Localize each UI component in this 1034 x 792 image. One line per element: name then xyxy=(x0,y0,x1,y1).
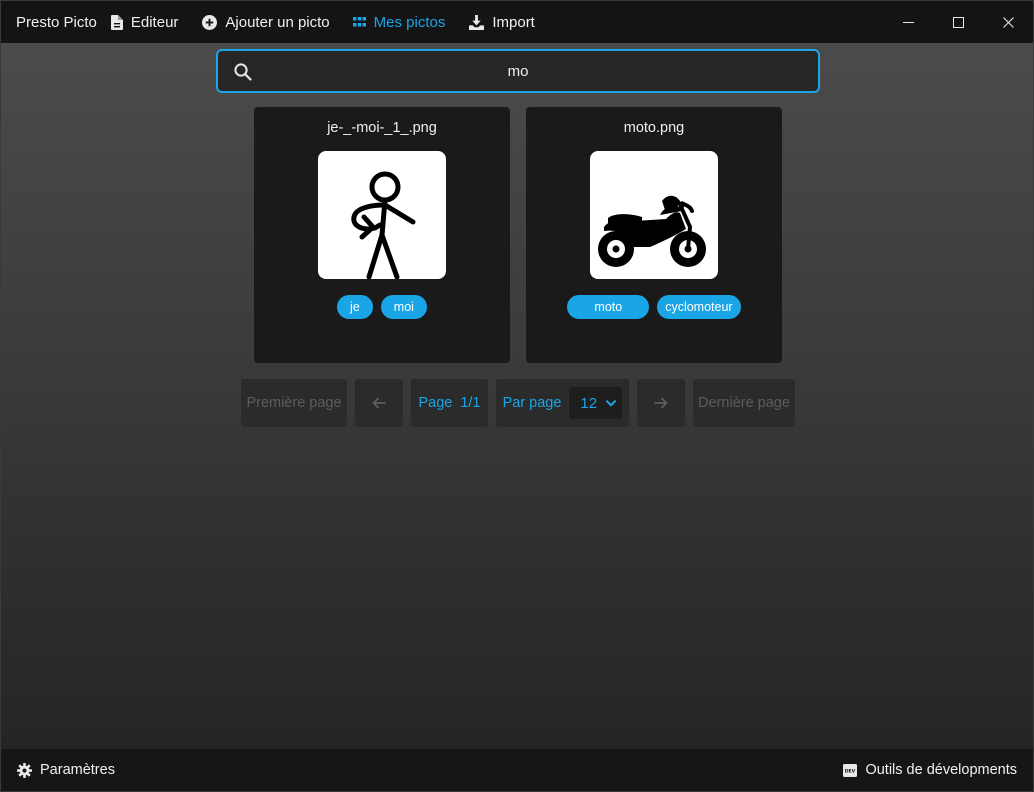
nav-import[interactable]: Import xyxy=(469,14,535,31)
nav-editor[interactable]: Editeur xyxy=(110,13,179,31)
per-page-select[interactable]: 12 xyxy=(569,387,623,419)
page-indicator: Page 1/1 xyxy=(411,379,488,427)
per-page-label: Par page xyxy=(502,395,562,411)
picto-image-moto[interactable] xyxy=(590,151,718,279)
per-page-control: Par page 12 xyxy=(496,379,629,427)
nav-import-label: Import xyxy=(492,13,535,31)
last-page-label: Dernière page xyxy=(698,395,790,411)
stick-figure-icon xyxy=(351,171,416,279)
settings-button[interactable]: Paramètres xyxy=(17,762,115,778)
nav-add-label: Ajouter un picto xyxy=(225,13,330,31)
devtools-label: Outils de dévelopments xyxy=(865,762,1017,778)
page-value: 1/1 xyxy=(460,395,481,411)
download-icon xyxy=(469,14,485,30)
first-page-label: Première page xyxy=(246,395,342,411)
footer-bar: Paramètres DEV Outils de dévelopments xyxy=(1,749,1033,791)
tag-chip[interactable]: moi xyxy=(380,295,427,319)
search-icon xyxy=(234,63,252,81)
search-box xyxy=(216,49,820,93)
arrow-right-icon xyxy=(654,397,668,409)
first-page-button[interactable]: Première page xyxy=(241,379,347,427)
nav-my-pictos[interactable]: Mes pictos xyxy=(352,13,446,31)
close-button[interactable] xyxy=(983,1,1033,43)
picto-filename: moto.png xyxy=(623,120,685,136)
settings-label: Paramètres xyxy=(40,762,115,778)
gear-icon xyxy=(17,762,32,778)
picto-filename: je-_-moi-_1_.png xyxy=(327,120,437,136)
tag-chip[interactable]: moto xyxy=(567,295,650,319)
nav-editor-label: Editeur xyxy=(130,13,179,31)
minimize-button[interactable] xyxy=(883,1,933,43)
title-bar: Presto Picto Editeur Ajouter un picto Me… xyxy=(1,1,1033,43)
prev-page-button[interactable] xyxy=(355,379,403,427)
next-page-button[interactable] xyxy=(637,379,685,427)
file-icon xyxy=(110,14,123,30)
app-window: Presto Picto Editeur Ajouter un picto Me… xyxy=(0,0,1034,792)
tag-list: moto cyclomoteur xyxy=(526,295,782,319)
picto-card[interactable]: moto.png moto cyclomoteur xyxy=(526,107,782,363)
devtools-button[interactable]: DEV Outils de dévelopments xyxy=(843,762,1017,778)
nav-add-picto[interactable]: Ajouter un picto xyxy=(202,13,330,31)
chevron-down-icon xyxy=(606,399,617,407)
dev-badge-icon: DEV xyxy=(843,763,858,777)
nav-my-pictos-label: Mes pictos xyxy=(373,13,446,31)
page-label: Page xyxy=(418,395,453,411)
tag-list: je moi xyxy=(254,295,510,319)
minimize-icon xyxy=(902,21,914,23)
picto-image-je-moi[interactable] xyxy=(318,151,446,279)
last-page-button[interactable]: Dernière page xyxy=(693,379,795,427)
picto-card[interactable]: je-_-moi-_1_.png je moi xyxy=(254,107,510,363)
window-controls xyxy=(883,1,1033,43)
maximize-button[interactable] xyxy=(933,1,983,43)
close-icon xyxy=(1002,16,1014,28)
motorcycle-icon xyxy=(598,195,706,267)
search-input[interactable] xyxy=(218,51,818,91)
tag-chip[interactable]: cyclomoteur xyxy=(657,295,741,319)
arrow-left-icon xyxy=(372,397,386,409)
grid-icon xyxy=(352,17,366,27)
tag-chip[interactable]: je xyxy=(337,295,373,319)
app-title: Presto Picto xyxy=(16,13,97,31)
dev-badge-text: DEV xyxy=(845,768,856,774)
per-page-value: 12 xyxy=(580,394,598,412)
maximize-icon xyxy=(952,16,964,28)
plus-circle-icon xyxy=(202,14,218,30)
